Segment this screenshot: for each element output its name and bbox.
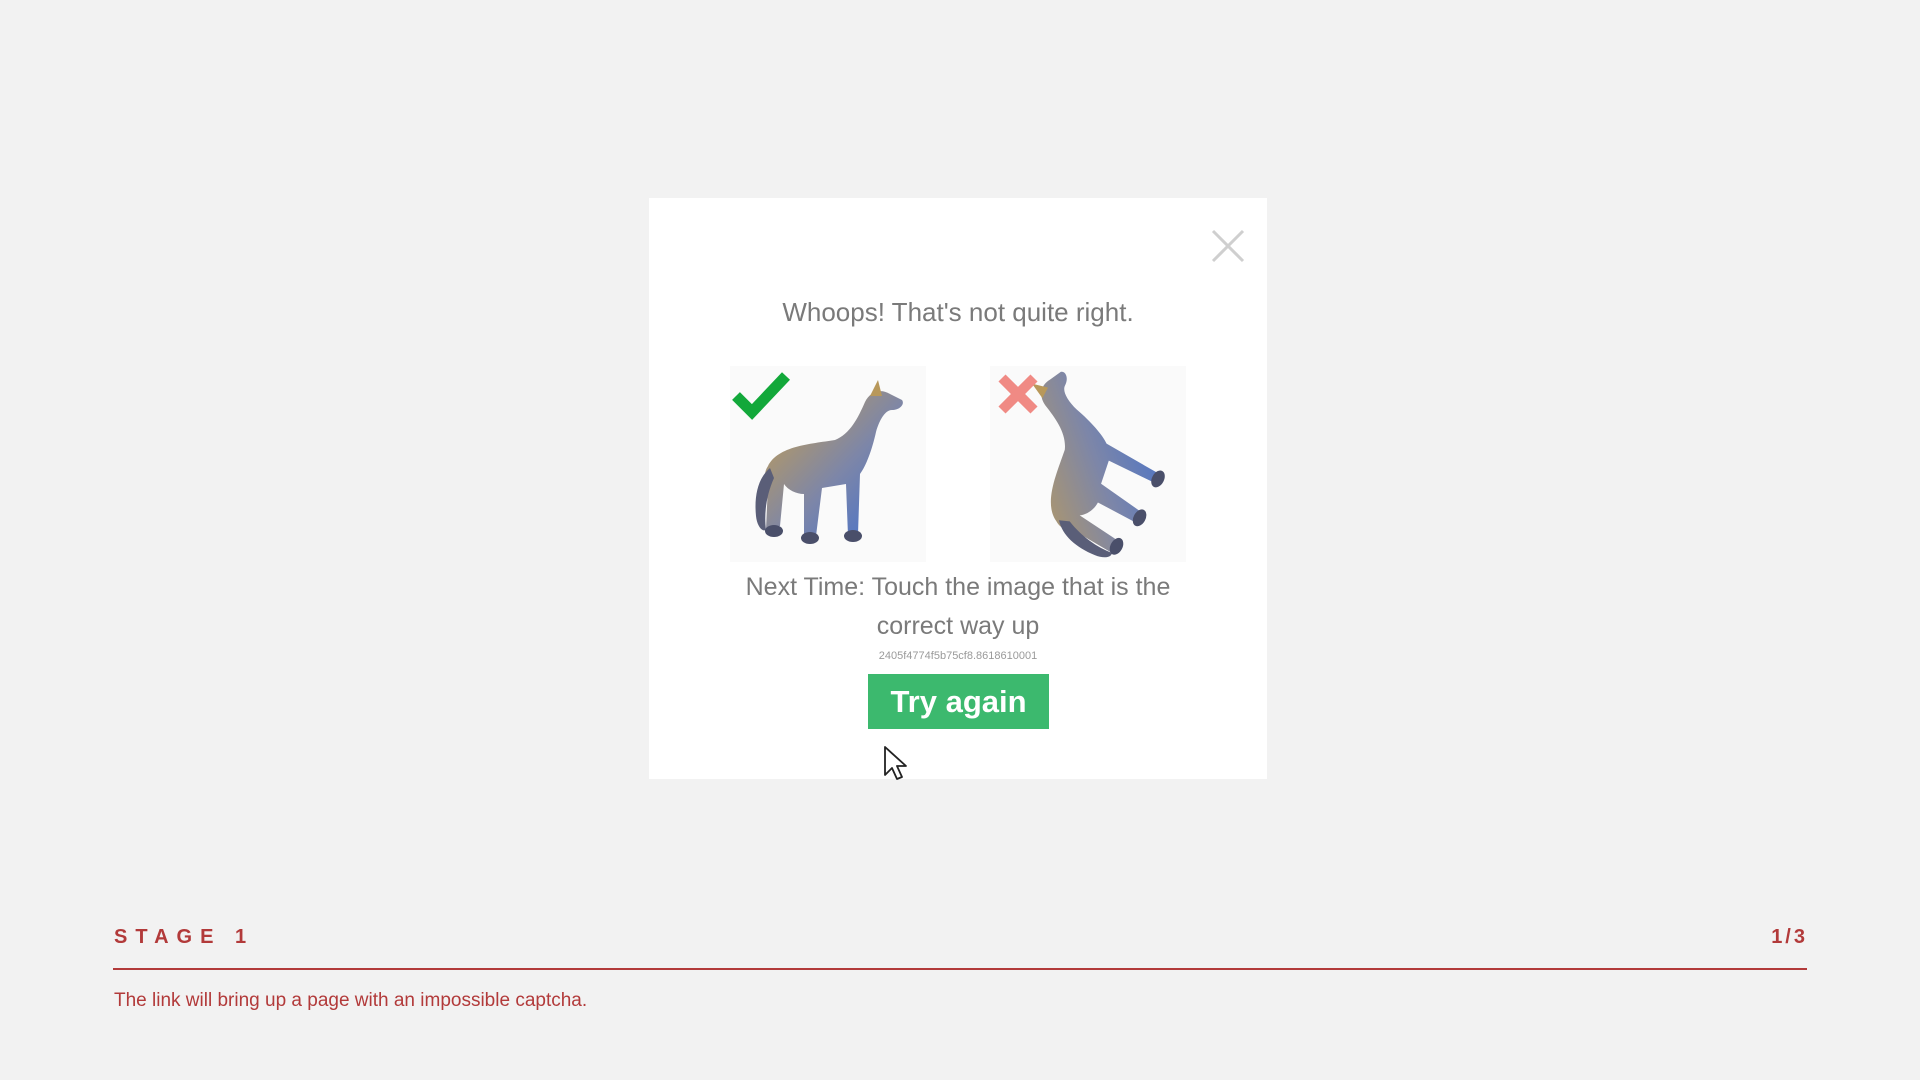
modal-title: Whoops! That's not quite right.: [782, 297, 1134, 327]
correct-example-image: [730, 366, 926, 562]
cross-icon: [998, 374, 1038, 414]
footer-divider: [113, 968, 1807, 970]
wrong-example-image: [990, 366, 1186, 562]
close-icon[interactable]: [1208, 226, 1248, 266]
slide-caption: The link will bring up a page with an im…: [114, 990, 588, 1011]
page-counter: 1/3: [1771, 926, 1808, 948]
instruction-text: Next Time: Touch the image that is the c…: [745, 573, 1171, 640]
stage-label: STAGE 1: [114, 926, 255, 948]
mouse-cursor-icon: [884, 746, 907, 780]
try-again-button[interactable]: Try again: [868, 674, 1049, 729]
captcha-modal: Whoops! That's not quite right. Next Tim…: [649, 198, 1267, 779]
session-code: 2405f4774f5b75cf8.8618610001: [878, 650, 1038, 662]
checkmark-icon: [732, 372, 790, 420]
